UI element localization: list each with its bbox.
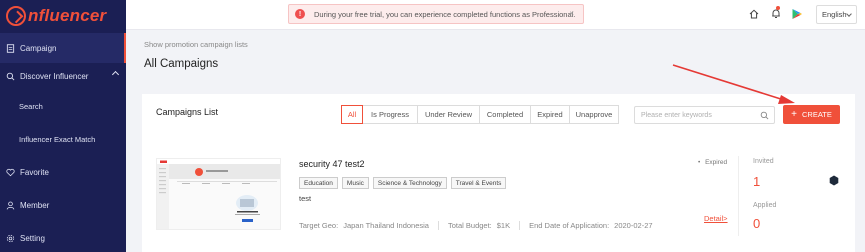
language-value: English: [822, 10, 847, 19]
invited-count[interactable]: 1: [753, 174, 760, 189]
heart-icon: [6, 168, 15, 176]
end-date-label: End Date of Application:: [529, 221, 610, 230]
sidebar-item-search[interactable]: Search: [0, 91, 126, 121]
logo-mark-icon: [6, 6, 26, 26]
budget-label: Total Budget:: [447, 221, 492, 230]
detail-link[interactable]: Detail>: [704, 214, 728, 223]
status-badge: • Expired: [698, 159, 727, 166]
campaign-tag: Science & Technology: [372, 177, 447, 189]
panel-title: Campaigns List: [156, 107, 219, 117]
search-icon: [6, 72, 15, 80]
campaign-tags: Education Music Science & Technology Tra…: [299, 177, 510, 189]
meta-divider: [519, 221, 521, 230]
campaigns-panel: Campaigns List All Is Progress Under Rev…: [142, 94, 855, 252]
sidebar-item-label: Member: [20, 200, 50, 210]
hexagon-icon[interactable]: [829, 175, 839, 186]
notification-dot: [776, 6, 780, 10]
tab-all[interactable]: All: [341, 105, 363, 124]
status-tabs: All Is Progress Under Review Completed E…: [341, 105, 619, 124]
sidebar-item-discover-influencer[interactable]: Discover Influencer: [0, 61, 126, 91]
trial-notice: ! During your free trial, you can experi…: [288, 4, 584, 24]
invited-label: Invited: [753, 158, 774, 165]
tab-under-review[interactable]: Under Review: [417, 105, 480, 124]
campaign-tag: Travel & Events: [450, 177, 507, 189]
warning-icon: !: [295, 9, 305, 19]
applied-count[interactable]: 0: [753, 216, 760, 231]
sidebar-item-member[interactable]: Member: [0, 190, 126, 220]
search-placeholder: Please enter keywords: [641, 111, 712, 119]
sidebar-item-favorite[interactable]: Favorite: [0, 157, 126, 187]
target-geo-label: Target Geo:: [299, 221, 339, 230]
campaign-description: test: [299, 194, 312, 203]
breadcrumb: Show promotion campaign lists: [144, 40, 248, 49]
sidebar-item-setting[interactable]: Setting: [0, 223, 126, 252]
sidebar-item-label: Influencer Exact Match: [19, 134, 96, 144]
user-icon: [6, 201, 15, 210]
sidebar-item-campaign[interactable]: Campaign: [0, 33, 126, 63]
logo[interactable]: nfluencer: [6, 5, 106, 27]
status-text: Expired: [705, 159, 728, 166]
language-select[interactable]: English: [816, 5, 857, 24]
sidebar-item-label: Discover Influencer: [20, 71, 89, 81]
tab-unapprove[interactable]: Unapprove: [569, 105, 619, 124]
page-title: All Campaigns: [144, 58, 219, 70]
campaign-tag: Education: [299, 177, 338, 189]
sidebar: nfluencer Campaign Discover Influencer S…: [0, 0, 126, 252]
tab-in-progress[interactable]: Is Progress: [362, 105, 418, 124]
status-dot: •: [698, 159, 701, 166]
tab-expired[interactable]: Expired: [530, 105, 570, 124]
campaign-thumbnail[interactable]: [156, 158, 281, 230]
topbar: ! During your free trial, you can experi…: [126, 0, 865, 30]
chevron-up-icon: [111, 70, 120, 79]
search-icon[interactable]: [760, 111, 769, 120]
applied-label: Applied: [753, 202, 777, 209]
campaign-title[interactable]: security 47 test2: [299, 159, 365, 169]
meta-divider: [437, 221, 439, 230]
campaign-meta: Target Geo: Japan Thailand Indonesia Tot…: [299, 221, 653, 230]
stats-divider: [738, 156, 739, 236]
search-input[interactable]: Please enter keywords: [634, 106, 775, 124]
logo-text: nfluencer: [28, 6, 107, 25]
trial-notice-text: During your free trial, you can experien…: [314, 9, 576, 19]
google-play-icon[interactable]: [791, 8, 803, 20]
target-geo-value: Japan Thailand Indonesia: [343, 221, 429, 230]
home-icon[interactable]: [749, 9, 759, 19]
plus-icon: +: [791, 108, 797, 120]
sidebar-item-label: Setting: [20, 233, 45, 243]
end-date-value: 2020-02-27: [614, 221, 653, 230]
sidebar-item-label: Search: [19, 101, 43, 111]
close-icon[interactable]: ×: [569, 9, 574, 18]
gear-icon: [6, 234, 15, 242]
sidebar-item-influencer-exact-match[interactable]: Influencer Exact Match: [0, 124, 126, 154]
campaign-thumbnail-image: [157, 159, 280, 229]
create-label: CREATE: [801, 110, 832, 119]
chevron-down-icon: [846, 11, 852, 17]
campaign-tag: Music: [341, 177, 369, 189]
tab-completed[interactable]: Completed: [479, 105, 531, 124]
sidebar-item-label: Favorite: [20, 167, 49, 177]
document-icon: [6, 43, 15, 53]
create-campaign-button[interactable]: + CREATE: [783, 105, 840, 124]
sidebar-item-label: Campaign: [20, 43, 57, 53]
budget-value: $1K: [496, 221, 511, 230]
